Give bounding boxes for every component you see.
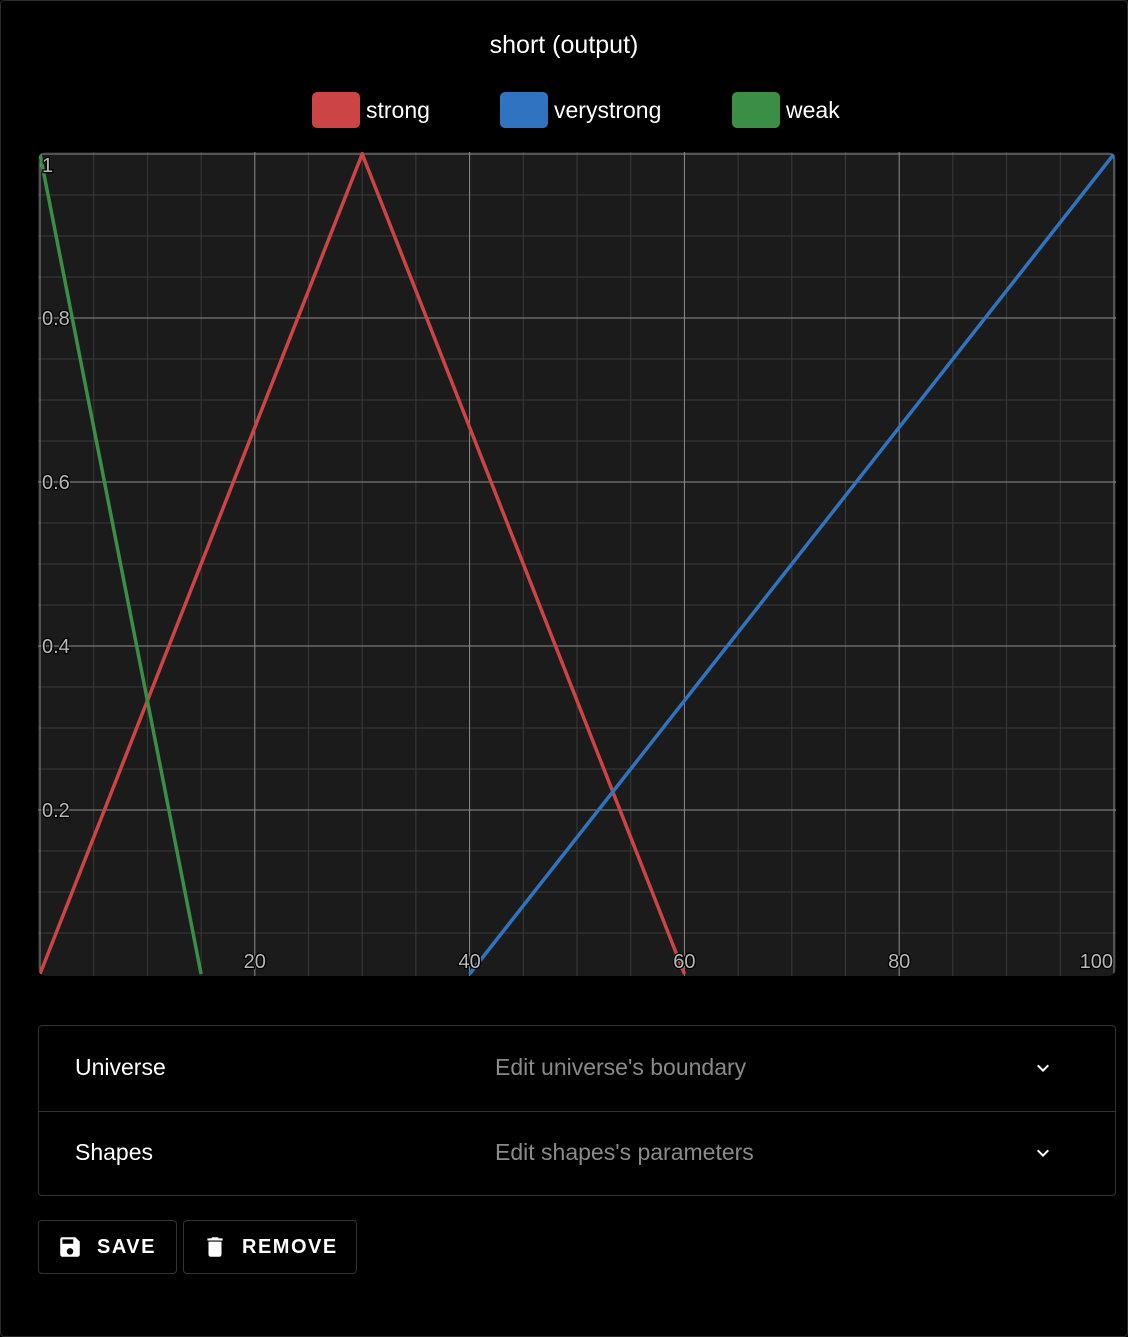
x-tick-label: 40 [458, 951, 480, 973]
legend-swatch-verystrong [500, 92, 548, 128]
shape-editor-card: short (output) strong verystrong weak 20… [0, 0, 1128, 1337]
chevron-down-icon[interactable] [1031, 1056, 1055, 1080]
legend-item-weak[interactable]: weak [732, 91, 840, 129]
x-tick-label: 20 [244, 951, 266, 973]
legend-label-weak: weak [786, 96, 840, 123]
legend-item-strong[interactable]: strong [312, 91, 430, 129]
chart-title: short (output) [489, 31, 639, 59]
chart-svg: 20 40 60 80 100 0.2 0.4 0.6 0.8 1 [38, 152, 1116, 976]
y-tick-label: 0.4 [42, 636, 70, 658]
legend-swatch-strong [312, 92, 360, 128]
universe-panel-title: Universe [75, 1054, 166, 1080]
remove-button-label: REMOVE [242, 1235, 338, 1258]
y-tick-label: 0.8 [42, 308, 70, 330]
x-tick-label: 100 [1080, 951, 1113, 973]
settings-accordion: Universe Edit universe's boundary Shapes… [38, 1025, 1116, 1196]
legend-item-verystrong[interactable]: verystrong [500, 91, 661, 129]
universe-panel-subtitle: Edit universe's boundary [495, 1054, 747, 1080]
chevron-down-icon[interactable] [1031, 1141, 1055, 1165]
x-tick-label: 60 [673, 951, 695, 973]
y-tick-label: 1 [42, 155, 53, 177]
legend-label-verystrong: verystrong [554, 96, 662, 123]
trash-icon [207, 1237, 223, 1257]
universe-panel-header[interactable]: Universe Edit universe's boundary [39, 1026, 1115, 1112]
membership-chart: 20 40 60 80 100 0.2 0.4 0.6 0.8 1 [38, 152, 1116, 976]
floppy-disk-icon [60, 1237, 80, 1257]
legend-swatch-weak [732, 92, 780, 128]
shapes-panel-header[interactable]: Shapes Edit shapes's parameters [39, 1111, 1115, 1196]
y-tick-label: 0.6 [42, 472, 70, 494]
y-tick-label: 0.2 [42, 800, 70, 822]
shapes-panel-subtitle: Edit shapes's parameters [495, 1139, 754, 1165]
save-button[interactable]: SAVE [38, 1220, 177, 1274]
chart-legend: strong verystrong weak [1, 91, 1128, 129]
shapes-panel-title: Shapes [75, 1139, 154, 1165]
save-button-label: SAVE [97, 1235, 156, 1258]
x-tick-label: 80 [888, 951, 910, 973]
legend-label-strong: strong [366, 96, 430, 123]
remove-button[interactable]: REMOVE [183, 1220, 357, 1274]
